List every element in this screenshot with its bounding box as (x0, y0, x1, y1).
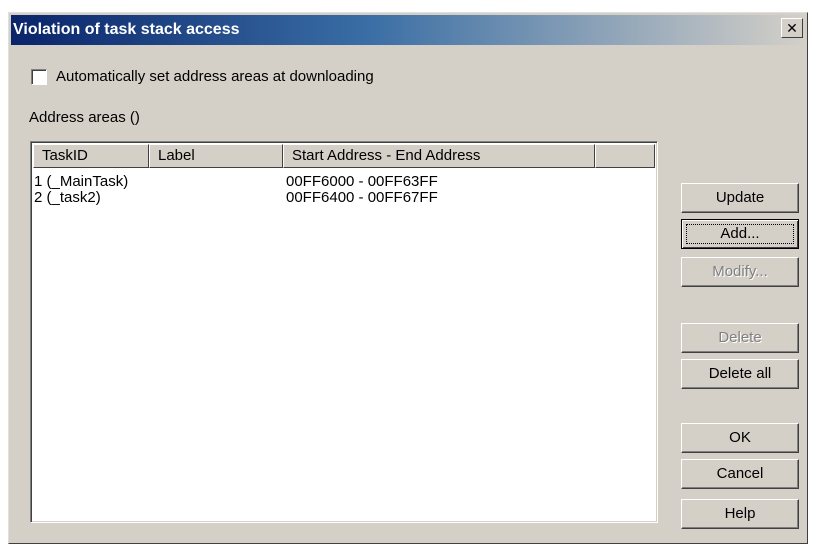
delete-button[interactable]: Delete (681, 323, 799, 353)
ok-button[interactable]: OK (681, 423, 799, 453)
cell-address-range: 00FF6400 - 00FF67FF (286, 189, 438, 206)
dialog-window: Violation of task stack access ✕ Automat… (8, 12, 808, 544)
auto-set-label[interactable]: Automatically set address areas at downl… (56, 68, 374, 85)
list-header: TaskID Label Start Address - End Address (33, 144, 655, 168)
cell-taskid: 1 (_MainTask) (34, 173, 129, 190)
modify-button[interactable]: Modify... (681, 257, 799, 287)
column-header-label[interactable]: Label (149, 144, 283, 168)
close-button[interactable]: ✕ (781, 18, 803, 38)
address-areas-label: Address areas () (29, 109, 140, 126)
cancel-button[interactable]: Cancel (681, 459, 799, 489)
close-icon: ✕ (786, 20, 798, 36)
column-header-empty[interactable] (595, 144, 655, 168)
address-areas-list[interactable]: TaskID Label Start Address - End Address… (30, 141, 658, 523)
cell-taskid: 2 (_task2) (34, 189, 101, 206)
cell-address-range: 00FF6000 - 00FF63FF (286, 173, 438, 190)
window-title: Violation of task stack access (13, 21, 240, 38)
add-button[interactable]: Add... (681, 219, 799, 249)
help-button[interactable]: Help (681, 499, 799, 529)
auto-set-option[interactable]: Automatically set address areas at downl… (31, 68, 374, 85)
column-header-address-range[interactable]: Start Address - End Address (283, 144, 595, 168)
add-button-label: Add... (686, 224, 794, 244)
column-header-taskid[interactable]: TaskID (33, 144, 149, 168)
auto-set-checkbox[interactable] (31, 68, 47, 85)
delete-all-button[interactable]: Delete all (681, 359, 799, 389)
title-bar: Violation of task stack access ✕ (11, 15, 805, 45)
update-button[interactable]: Update (681, 183, 799, 213)
